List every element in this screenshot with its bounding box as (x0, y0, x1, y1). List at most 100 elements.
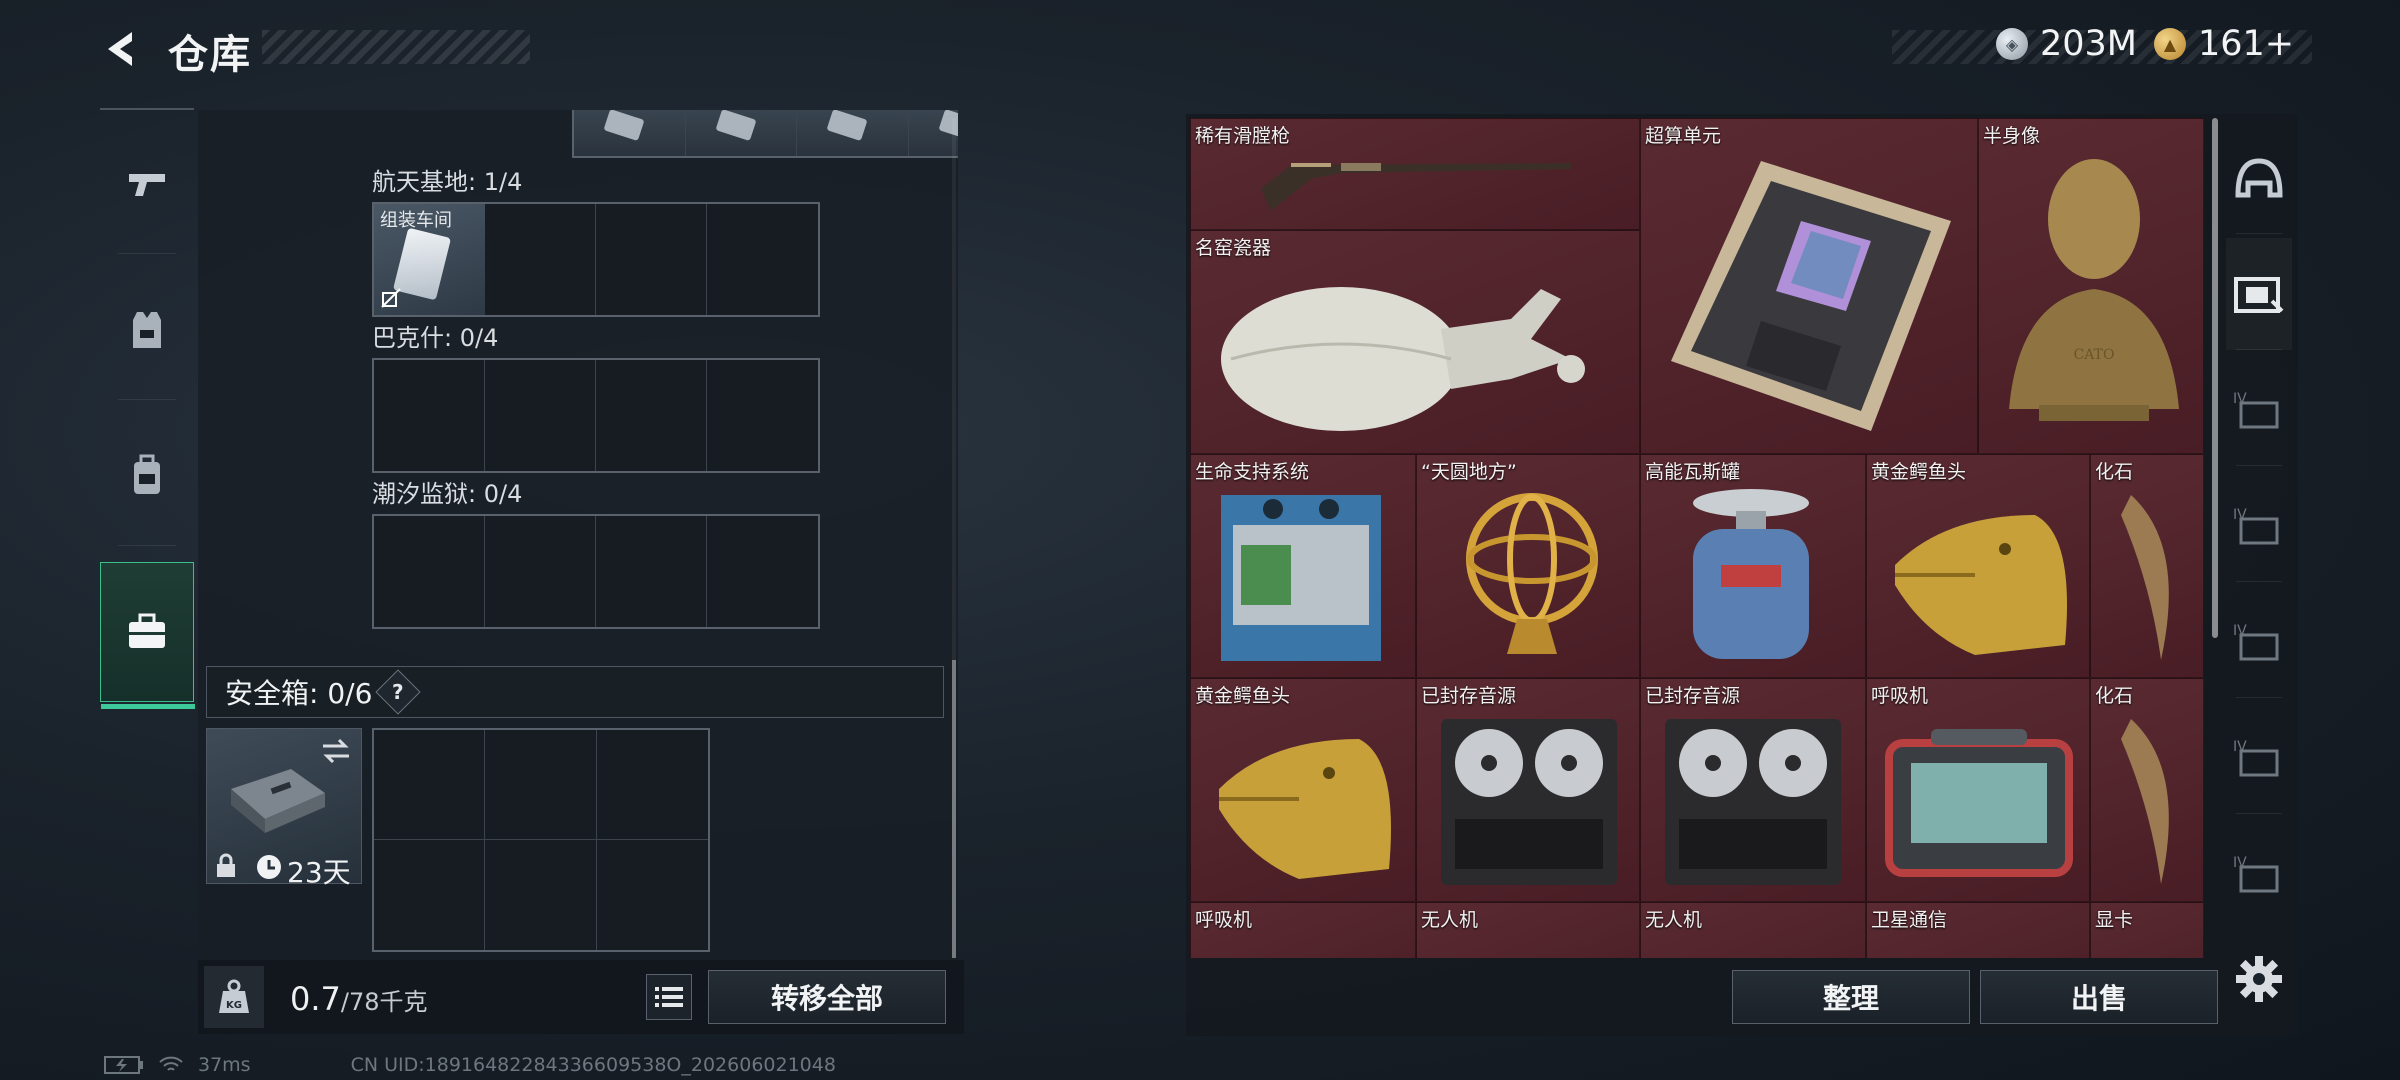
swap-icon[interactable] (319, 737, 353, 765)
item-sealed-audio-source[interactable]: 已封存音源 (1416, 678, 1640, 902)
safe-slot[interactable] (485, 840, 597, 950)
armillary-image (1466, 493, 1598, 654)
list-view-button[interactable] (646, 974, 692, 1020)
right-nav-stash-tab[interactable]: IV (2226, 702, 2292, 814)
right-nav-equipment[interactable] (2226, 122, 2292, 234)
stash-tab-iv-icon: IV (2233, 391, 2279, 429)
item-fossil[interactable]: 化石 (2090, 454, 2204, 678)
right-nav-stash-tab[interactable]: IV (2226, 586, 2292, 698)
safe-slot[interactable] (485, 730, 597, 840)
status-bar: 37ms CN UID:18916482284336609538O_202606… (104, 1054, 836, 1076)
inventory-scrollbar[interactable] (2212, 118, 2218, 638)
help-button[interactable]: ? (375, 669, 422, 715)
ping-value: 37ms (198, 1054, 251, 1076)
no-transfer-icon (381, 288, 401, 308)
safe-slot[interactable] (374, 730, 486, 840)
section-label-tidal-prison: 潮汐监狱: 0/4 (372, 480, 523, 508)
sell-button[interactable]: 出售 (1980, 970, 2218, 1024)
nav-weapons[interactable] (100, 114, 194, 254)
item-armillary-sphere[interactable]: “天圆地方” (1416, 454, 1640, 678)
item-name: 卫星通信 (1871, 909, 1948, 931)
keycard-slot[interactable] (374, 360, 485, 471)
clock-icon (257, 855, 281, 879)
stash-tab-iv-icon: IV (2233, 739, 2279, 777)
item-fossil[interactable]: 化石 (2090, 678, 2204, 902)
item-gas-canister[interactable]: 高能瓦斯罐 (1640, 454, 1866, 678)
keycard-item[interactable]: 组装车间 (374, 204, 485, 315)
item-golden-croc-head[interactable]: 黄金鳄鱼头 (1190, 678, 1416, 902)
item-drone[interactable]: 无人机 (1416, 902, 1640, 958)
porcelain-image (1221, 287, 1585, 431)
item-name: 显卡 (2095, 909, 2134, 931)
item-graphics-card[interactable]: 显卡 (2090, 902, 2204, 958)
item-ventilator[interactable]: 呼吸机 (1866, 678, 2090, 902)
stash-scrollbar-thumb[interactable] (952, 660, 956, 958)
keycard-slot[interactable] (596, 204, 707, 315)
item-name: 黄金鳄鱼头 (1195, 685, 1291, 707)
safe-box-header: 安全箱: 0/6 ? (206, 666, 944, 718)
item-life-support[interactable]: 生命支持系统 (1190, 454, 1416, 678)
nav-armor[interactable] (100, 260, 194, 400)
item-golden-croc-head[interactable]: 黄金鳄鱼头 (1866, 454, 2090, 678)
right-nav-stash-tab[interactable]: IV (2226, 354, 2292, 466)
keycard-slot[interactable] (707, 204, 818, 315)
back-arrow-icon[interactable] (100, 26, 146, 72)
item-name: 呼吸机 (1195, 909, 1253, 931)
section-label-aerospace: 航天基地: 1/4 (372, 168, 523, 196)
safe-slot[interactable] (596, 730, 708, 840)
keycard-slot[interactable] (596, 360, 707, 471)
silver-currency: ◈ 203M (1996, 24, 2137, 64)
sort-button[interactable]: 整理 (1732, 970, 1970, 1024)
armor-vest-icon (133, 312, 161, 348)
keycard-slot[interactable] (707, 516, 818, 627)
keycard-slot[interactable] (707, 360, 818, 471)
supercomputer-image (1671, 161, 1951, 431)
stash-tab-active-icon (2234, 277, 2284, 313)
nav-safe-box[interactable] (100, 562, 195, 709)
item-ventilator[interactable]: 呼吸机 (1190, 902, 1416, 958)
item-bust[interactable]: 半身像 CATO (1978, 118, 2204, 454)
right-nav-stash-active[interactable] (2226, 238, 2292, 350)
weight-max: /78千克 (340, 988, 428, 1016)
settings-gear-icon[interactable] (2234, 954, 2284, 1004)
item-name: 无人机 (1421, 909, 1479, 931)
silver-amount: 203M (2040, 24, 2138, 64)
keycard-slot[interactable] (485, 516, 596, 627)
keycard-slot[interactable] (596, 516, 707, 627)
bust-image: CATO (2009, 159, 2179, 421)
gold-currency[interactable]: ▲ 161+ (2154, 24, 2294, 64)
reel-recorder-image (1665, 719, 1841, 885)
item-rare-musket[interactable]: 稀有滑膛枪 (1190, 118, 1640, 230)
right-nav-stash-tab[interactable]: IV (2226, 818, 2292, 930)
svg-text:CATO: CATO (2074, 347, 2115, 363)
safe-box-grid (372, 728, 710, 952)
uid-text: CN UID:18916482284336609538O_20260602104… (350, 1054, 836, 1076)
item-famous-porcelain[interactable]: 名窑瓷器 (1190, 230, 1640, 454)
safe-slot[interactable] (597, 840, 708, 950)
item-name: 名窑瓷器 (1195, 237, 1272, 259)
fossil-image (2121, 719, 2169, 884)
item-satellite-comm[interactable]: 卫星通信 (1866, 902, 2090, 958)
help-icon: ? (392, 679, 405, 704)
wifi-icon (159, 1056, 183, 1071)
safe-case-item[interactable]: 23天 (206, 728, 362, 889)
svg-text:KG: KG (226, 1000, 242, 1011)
item-drone[interactable]: 无人机 (1640, 902, 1866, 958)
stash-tab-iv-icon: IV (2233, 623, 2279, 661)
weight-value: 0.7 (290, 980, 341, 1018)
item-name: 呼吸机 (1871, 685, 1929, 707)
transfer-all-button[interactable]: 转移全部 (708, 970, 946, 1024)
keycard-slot[interactable] (485, 360, 596, 471)
right-nav-stash-tab[interactable]: IV (2226, 470, 2292, 582)
keycard-slot[interactable]: 组装车间 (374, 204, 485, 315)
nav-backpack[interactable] (100, 406, 194, 546)
item-supercomputer-unit[interactable]: 超算单元 (1640, 118, 1978, 454)
keycard-slot[interactable] (485, 204, 596, 315)
item-sealed-audio-source[interactable]: 已封存音源 (1640, 678, 1866, 902)
inventory-item-grid[interactable]: 稀有滑膛枪 超算单元 半身像 CATO 名窑瓷器 生命支持系统 “天圆地方” 高… (1190, 118, 2204, 958)
weight-box: KG (204, 966, 264, 1028)
ventilator-image (1885, 729, 2073, 877)
backpack-icon (134, 454, 160, 494)
keycard-slot[interactable] (374, 516, 485, 627)
safe-slot[interactable] (374, 840, 486, 950)
